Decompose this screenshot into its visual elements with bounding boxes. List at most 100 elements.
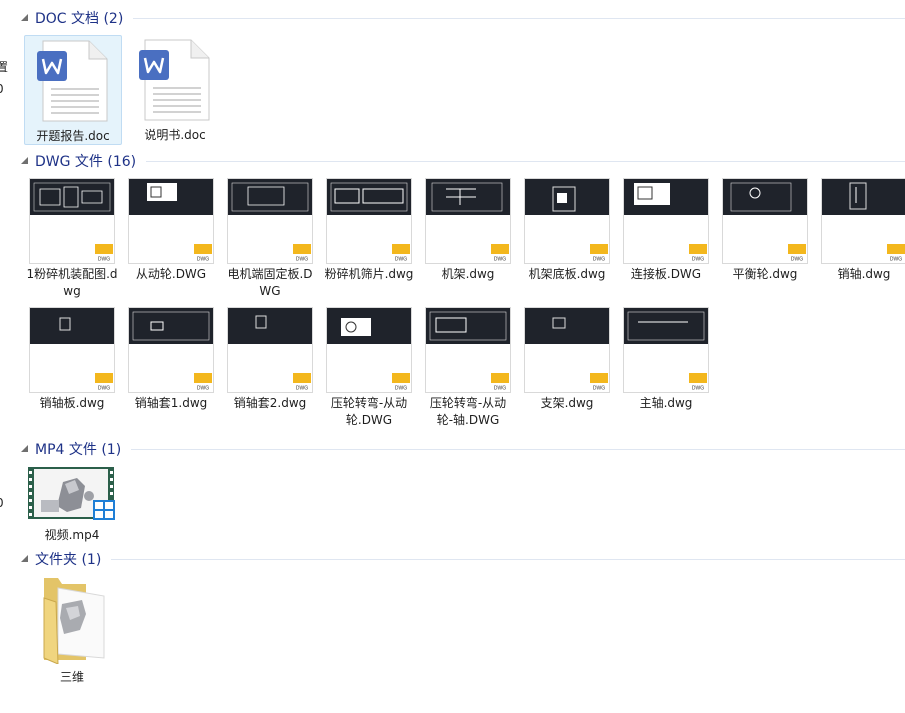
- file-name: 连接板.DWG: [630, 267, 702, 281]
- file-name: 三维: [59, 670, 84, 684]
- file-name: 粉碎机筛片.dwg: [324, 267, 414, 281]
- file-item-dwg[interactable]: DWG 连接板.DWG: [620, 178, 712, 283]
- svg-text:DWG: DWG: [296, 257, 308, 263]
- file-item-dwg[interactable]: DWG 从动轮.DWG: [125, 178, 217, 283]
- file-item-dwg[interactable]: DWG 机架.dwg: [422, 178, 514, 283]
- file-item-dwg[interactable]: DWG 机架底板.dwg: [521, 178, 613, 283]
- dwg-badge-icon: DWG: [491, 373, 509, 391]
- file-item-dwg[interactable]: DWG 主轴.dwg: [620, 307, 712, 412]
- dwg-thumbnail-icon: DWG: [29, 307, 115, 393]
- group-divider: [146, 160, 905, 162]
- file-item-dwg[interactable]: DWG 1粉碎机装配图.dwg: [26, 178, 118, 300]
- file-name: 销轴.dwg: [837, 267, 891, 281]
- svg-text:DWG: DWG: [791, 257, 803, 263]
- nav-fragment: 置: [0, 60, 9, 74]
- dwg-badge-icon: DWG: [293, 373, 311, 391]
- group-header-doc[interactable]: DOC 文档 (2): [10, 8, 905, 28]
- svg-text:DWG: DWG: [395, 257, 407, 263]
- file-item-dwg[interactable]: DWG 销轴.dwg: [818, 178, 905, 283]
- dwg-badge-icon: DWG: [887, 244, 905, 262]
- group-title: MP4 文件 (1): [35, 442, 122, 458]
- dwg-thumbnail-icon: DWG: [425, 178, 511, 264]
- nav-fragment: 0: [0, 496, 4, 510]
- dwg-badge-icon: DWG: [491, 244, 509, 262]
- nav-fragment: 0: [0, 82, 4, 96]
- dwg-thumbnail-icon: DWG: [722, 178, 808, 264]
- file-name: 机架底板.dwg: [528, 267, 606, 281]
- file-name: 销轴套1.dwg: [134, 396, 208, 410]
- svg-text:DWG: DWG: [890, 257, 902, 263]
- dwg-badge-icon: DWG: [194, 373, 212, 391]
- dwg-badge-icon: DWG: [95, 244, 113, 262]
- svg-text:DWG: DWG: [197, 386, 209, 392]
- file-name: 1粉碎机装配图.dwg: [26, 267, 118, 298]
- dwg-thumbnail-icon: DWG: [821, 178, 905, 264]
- collapse-chevron-icon[interactable]: [18, 11, 32, 25]
- dwg-badge-icon: DWG: [590, 244, 608, 262]
- dwg-thumbnail-icon: DWG: [623, 307, 709, 393]
- file-item-dwg[interactable]: DWG 电机端固定板.DWG: [224, 178, 316, 300]
- file-item-dwg[interactable]: DWG 销轴套1.dwg: [125, 307, 217, 412]
- group-title: DWG 文件 (16): [35, 154, 137, 170]
- file-name: 开题报告.doc: [36, 129, 110, 143]
- file-item-dwg[interactable]: DWG 支架.dwg: [521, 307, 613, 412]
- file-name: 支架.dwg: [540, 396, 594, 410]
- file-name: 压轮转弯-从动轮.DWG: [330, 396, 408, 427]
- collapse-chevron-icon[interactable]: [18, 154, 32, 168]
- file-item-dwg[interactable]: DWG 销轴板.dwg: [26, 307, 118, 412]
- file-item-mp4[interactable]: 视频.mp4: [26, 466, 118, 544]
- dwg-badge-icon: DWG: [293, 244, 311, 262]
- dwg-thumbnail-icon: DWG: [227, 307, 313, 393]
- dwg-thumbnail-icon: DWG: [524, 178, 610, 264]
- dwg-thumbnail-icon: DWG: [128, 307, 214, 393]
- file-name: 平衡轮.dwg: [732, 267, 798, 281]
- svg-text:DWG: DWG: [593, 257, 605, 263]
- file-name: 主轴.dwg: [639, 396, 693, 410]
- svg-text:DWG: DWG: [593, 386, 605, 392]
- dwg-badge-icon: DWG: [392, 244, 410, 262]
- group-title: 文件夹 (1): [35, 552, 102, 568]
- svg-text:DWG: DWG: [197, 257, 209, 263]
- dwg-thumbnail-icon: DWG: [623, 178, 709, 264]
- dwg-badge-icon: DWG: [590, 373, 608, 391]
- dwg-thumbnail-icon: DWG: [524, 307, 610, 393]
- svg-text:DWG: DWG: [692, 386, 704, 392]
- dwg-thumbnail-icon: DWG: [128, 178, 214, 264]
- file-name: 压轮转弯-从动轮-轴.DWG: [429, 396, 507, 427]
- file-item-dwg[interactable]: DWG 压轮转弯-从动轮-轴.DWG: [422, 307, 514, 429]
- file-list-pane: DOC 文档 (2) 开题报告.doc 说明书.doc DWG 文件 (16) …: [10, 0, 905, 713]
- svg-text:DWG: DWG: [296, 386, 308, 392]
- file-item-dwg[interactable]: DWG 压轮转弯-从动轮.DWG: [323, 307, 415, 429]
- video-thumbnail-icon: [27, 466, 117, 525]
- dwg-badge-icon: DWG: [194, 244, 212, 262]
- file-name: 机架.dwg: [441, 267, 495, 281]
- file-name: 销轴套2.dwg: [233, 396, 307, 410]
- dwg-badge-icon: DWG: [689, 244, 707, 262]
- file-name: 说明书.doc: [144, 128, 206, 142]
- dwg-thumbnail-icon: DWG: [425, 307, 511, 393]
- dwg-badge-icon: DWG: [95, 373, 113, 391]
- wps-writer-icon: [137, 38, 213, 125]
- wps-writer-icon: [35, 39, 111, 126]
- folder-item[interactable]: 三维: [26, 574, 118, 686]
- svg-text:DWG: DWG: [692, 257, 704, 263]
- file-item-dwg[interactable]: DWG 粉碎机筛片.dwg: [323, 178, 415, 283]
- dwg-badge-icon: DWG: [392, 373, 410, 391]
- collapse-chevron-icon[interactable]: [18, 552, 32, 566]
- group-header-mp4[interactable]: MP4 文件 (1): [10, 439, 905, 459]
- svg-text:DWG: DWG: [494, 257, 506, 263]
- folder-icon: [34, 574, 110, 667]
- file-item-dwg[interactable]: DWG 平衡轮.dwg: [719, 178, 811, 283]
- file-item-doc[interactable]: 开题报告.doc: [24, 35, 122, 145]
- file-name: 从动轮.DWG: [135, 267, 207, 281]
- file-item-doc[interactable]: 说明书.doc: [127, 35, 223, 143]
- file-item-dwg[interactable]: DWG 销轴套2.dwg: [224, 307, 316, 412]
- file-name: 电机端固定板.DWG: [227, 267, 313, 298]
- group-divider: [133, 17, 905, 19]
- svg-text:DWG: DWG: [98, 386, 110, 392]
- svg-text:DWG: DWG: [395, 386, 407, 392]
- collapse-chevron-icon[interactable]: [18, 442, 32, 456]
- dwg-thumbnail-icon: DWG: [326, 178, 412, 264]
- group-header-dwg[interactable]: DWG 文件 (16): [10, 151, 905, 171]
- group-header-folder[interactable]: 文件夹 (1): [10, 549, 905, 569]
